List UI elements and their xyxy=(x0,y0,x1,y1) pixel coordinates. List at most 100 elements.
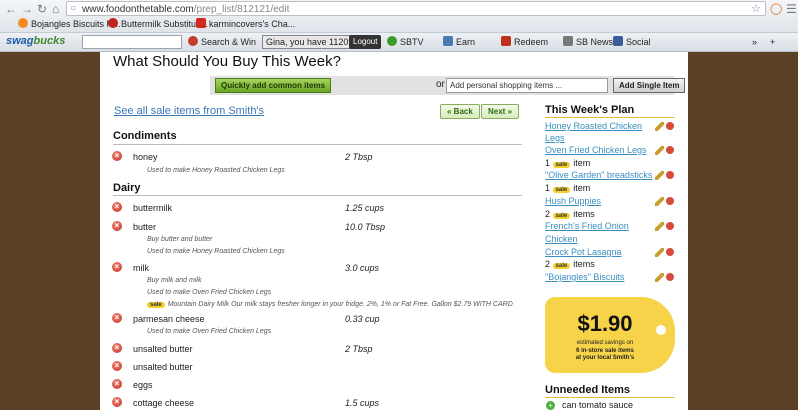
bookmark-buttermilk[interactable]: Buttermilk Substituti... xyxy=(108,18,208,30)
savings-store: at your local Smith's xyxy=(575,355,635,361)
edit-icon[interactable] xyxy=(655,197,664,206)
plan-recipe-link[interactable]: Chicken xyxy=(545,234,578,244)
quick-add-button[interactable]: Quickly add common items xyxy=(215,78,332,93)
remove-icon[interactable]: × xyxy=(112,313,122,323)
divider xyxy=(545,397,675,398)
savings-caption: estimated savings on xyxy=(576,340,634,346)
see-all-sale-link[interactable]: See all sale items from Smith's xyxy=(114,105,264,117)
add-single-button[interactable]: Add Single Item xyxy=(613,78,686,93)
count: 1 xyxy=(545,183,551,193)
back-button[interactable]: « Back xyxy=(440,104,480,119)
edit-icon[interactable] xyxy=(655,222,664,231)
tag-hole-icon xyxy=(656,325,666,335)
remove-icon[interactable]: × xyxy=(112,379,122,389)
remove-icon[interactable]: × xyxy=(112,202,122,212)
plan-recipe-link[interactable]: "Bojangles" Biscuits xyxy=(545,272,624,282)
toolbar-arrow-icon[interactable]: » xyxy=(752,36,757,48)
plan-recipe-link[interactable]: Legs xyxy=(545,133,565,143)
address-bar[interactable]: ○ www.foodonthetable.com/prep_list/81212… xyxy=(66,1,766,16)
edit-icon[interactable] xyxy=(655,273,664,282)
reload-icon[interactable]: ↻ xyxy=(37,3,47,15)
toolbar-search-input[interactable] xyxy=(82,35,182,49)
plan-recipe-link[interactable]: French's Fried Onion xyxy=(545,221,629,231)
item-qty: 1.25 cups xyxy=(345,203,385,213)
delete-icon[interactable] xyxy=(666,248,674,256)
sale-note: sale Mountain Dairy Milk Our milk stays f… xyxy=(147,301,513,308)
unit: item xyxy=(573,158,591,168)
wrench-icon[interactable]: ☰ xyxy=(786,3,797,15)
home-icon[interactable]: ⌂ xyxy=(52,3,59,15)
forward-icon[interactable]: → xyxy=(21,3,33,15)
sbtv-label: SBTV xyxy=(400,37,424,47)
delete-icon[interactable] xyxy=(666,197,674,205)
unit: items xyxy=(573,259,595,269)
count: 2 xyxy=(545,259,551,269)
plan-recipe-link[interactable]: Hush Puppies xyxy=(545,196,601,206)
search-win-label: Search & Win xyxy=(201,37,257,47)
bookmark-karmincovers[interactable]: karmincovers's Cha... xyxy=(196,18,295,30)
remove-icon[interactable]: × xyxy=(112,397,122,407)
edit-icon[interactable] xyxy=(655,146,664,155)
remove-icon[interactable]: × xyxy=(112,361,122,371)
item-note: Used to make Honey Roasted Chicken Legs xyxy=(147,167,285,174)
remove-icon[interactable]: × xyxy=(112,343,122,353)
logout-button[interactable]: Logout xyxy=(349,35,382,49)
delete-icon[interactable] xyxy=(666,222,674,230)
star-icon[interactable]: ☆ xyxy=(751,2,761,15)
item-qty: 10.0 Tbsp xyxy=(345,222,386,232)
earn-label: Earn xyxy=(456,37,476,47)
item-qty: 1.5 cups xyxy=(345,398,380,408)
plan-title: This Week's Plan xyxy=(545,104,635,116)
bookmark-label: karmincovers's Cha... xyxy=(209,19,296,29)
search-win-button[interactable]: Search & Win xyxy=(188,36,256,48)
savings-items: 6 in-store sale items xyxy=(576,348,634,354)
divider xyxy=(113,195,522,196)
remove-icon[interactable]: × xyxy=(112,262,122,272)
sbtv-button[interactable]: SBTV xyxy=(387,36,424,48)
extension-icon[interactable]: ◯ xyxy=(770,3,782,15)
edit-icon[interactable] xyxy=(655,171,664,180)
plan-recipe-link[interactable]: Honey Roasted Chicken xyxy=(545,121,642,131)
news-button[interactable]: SB News xyxy=(563,36,613,48)
back-icon[interactable]: ← xyxy=(5,3,17,15)
plan-recipe-link[interactable]: "Olive Garden" breadsticks xyxy=(545,170,652,180)
redeem-button[interactable]: Redeem xyxy=(501,36,548,48)
item-name: milk xyxy=(133,263,149,273)
remove-icon[interactable]: × xyxy=(112,151,122,161)
bookmark-bojangles[interactable]: Bojangles Biscuits R... xyxy=(18,18,121,30)
item-name: eggs xyxy=(133,380,153,390)
earn-icon xyxy=(443,36,453,46)
divider xyxy=(545,117,675,118)
page-title: What Should You Buy This Week? xyxy=(113,53,341,70)
category-dairy: Dairy xyxy=(113,182,141,194)
news-label: SB News xyxy=(576,37,614,47)
swagbucks-logo[interactable]: swagbucks xyxy=(6,35,65,47)
delete-icon[interactable] xyxy=(666,171,674,179)
item-name: unsalted butter xyxy=(133,344,193,354)
add-items-input[interactable]: Add personal shopping items ... xyxy=(446,78,608,93)
logo-part-b: bucks xyxy=(33,35,66,47)
add-icon[interactable]: + xyxy=(546,401,555,410)
item-name: cottage cheese xyxy=(133,398,195,408)
gift-icon xyxy=(501,36,511,46)
delete-icon[interactable] xyxy=(666,273,674,281)
earn-button[interactable]: Earn xyxy=(443,36,475,48)
play-icon xyxy=(387,36,397,46)
people-icon xyxy=(613,36,623,46)
plan-sale-count: 2 sale items xyxy=(545,209,595,219)
edit-icon[interactable] xyxy=(655,122,664,131)
item-name: parmesan cheese xyxy=(133,314,205,324)
plan-sale-count: 1 sale item xyxy=(545,183,590,193)
plan-recipe-link[interactable]: Crock Pot Lasagna xyxy=(545,247,622,257)
redeem-label: Redeem xyxy=(514,37,549,47)
delete-icon[interactable] xyxy=(666,146,674,154)
social-button[interactable]: Social xyxy=(613,36,651,48)
edit-icon[interactable] xyxy=(655,248,664,257)
remove-icon[interactable]: × xyxy=(112,221,122,231)
sale-badge-icon: sale xyxy=(552,213,571,219)
delete-icon[interactable] xyxy=(666,122,674,130)
url-host: www.foodonthetable.com xyxy=(82,4,194,15)
next-button[interactable]: Next » xyxy=(481,104,520,119)
toolbar-add-icon[interactable]: + xyxy=(770,36,775,48)
plan-recipe-link[interactable]: Oven Fried Chicken Legs xyxy=(545,145,647,155)
